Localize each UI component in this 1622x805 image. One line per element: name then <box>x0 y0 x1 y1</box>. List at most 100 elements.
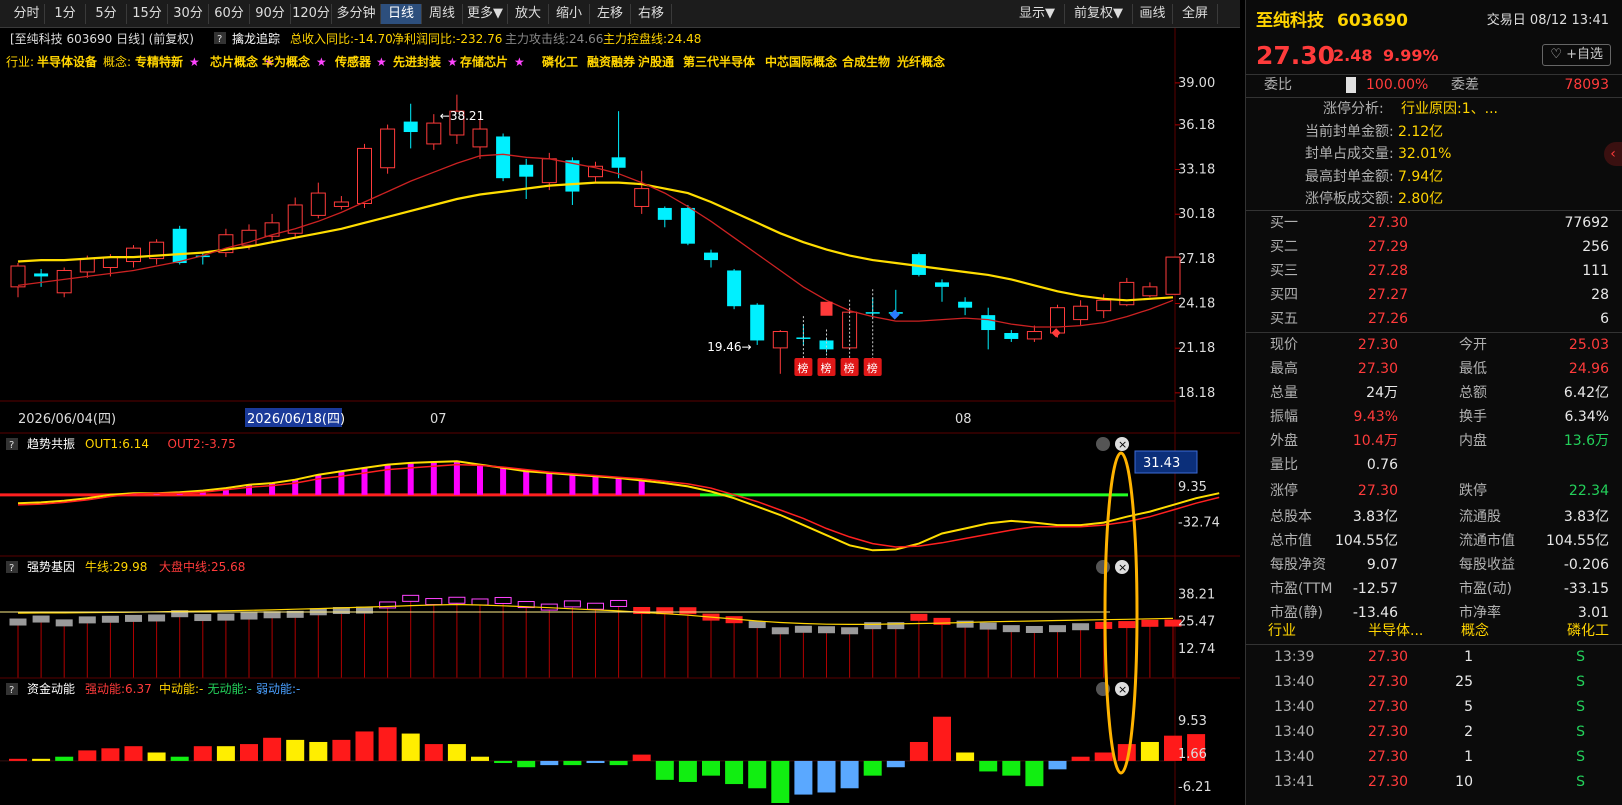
money-bar <box>32 758 51 761</box>
concept-tag-10[interactable]: 中芯国际概念 <box>765 54 837 69</box>
money-bar <box>355 731 374 761</box>
money-bar <box>332 739 351 761</box>
collapse-arrow-icon[interactable]: ‹ <box>1604 142 1622 166</box>
money-bar <box>424 744 443 761</box>
money-bar <box>1071 756 1090 761</box>
quote-label: 流通市值 <box>1459 533 1515 549</box>
toolbar-button-8[interactable]: 多分钟 <box>332 4 381 24</box>
star-icon: ★ <box>376 55 387 69</box>
money-bar <box>586 760 605 764</box>
kline-chart-svg[interactable]: [至纯科技 603690 日线] (前复权)? 擒龙追踪 总收入同比:-14.70 净… <box>0 28 1240 805</box>
toolbar-button-7[interactable]: 120分 <box>291 4 332 24</box>
money-bar <box>748 760 767 789</box>
pane-settings-icon[interactable] <box>1096 437 1110 451</box>
tick-flag: S <box>1576 724 1585 740</box>
bid-price: 27.28 <box>1368 263 1409 279</box>
gene-pane-title: 强势基因 <box>27 560 75 574</box>
quote-label: 总股本 <box>1270 509 1312 525</box>
tick-row: 13:40 27.30 1 S <box>1246 746 1622 768</box>
toolbar-button-0[interactable]: 分时 <box>9 4 45 24</box>
toolbar-button-14[interactable]: 左移 <box>590 4 631 24</box>
limit-value: 2.80亿 <box>1398 191 1444 207</box>
sector-concept-value[interactable]: 磷化工 <box>1567 620 1609 642</box>
concept-tag-5[interactable]: 存储芯片 <box>459 54 508 69</box>
concept-tag-0[interactable]: 专精特新 <box>135 54 183 69</box>
bid-row: 买二 27.29 256 <box>1246 236 1622 258</box>
tick-flag: S <box>1576 749 1585 765</box>
date-label-1: 2026/06/04(四) <box>18 412 116 427</box>
gene-block <box>610 599 628 607</box>
sector-row: 行业 半导体... 概念 磷化工 <box>1246 620 1622 642</box>
toolbar-button-9[interactable]: 日线 <box>381 4 422 24</box>
tick-time: 13:39 <box>1274 649 1315 665</box>
gene-y-label: 25.47 <box>1178 615 1215 630</box>
quote-label: 振幅 <box>1270 409 1298 425</box>
concept-tag-1[interactable]: 芯片概念 <box>210 54 258 69</box>
concept-tag-7[interactable]: 融资融券 <box>587 54 636 69</box>
quote-value: -0.206 <box>1563 557 1609 573</box>
concept-tag-8[interactable]: 沪股通 <box>638 54 674 69</box>
toolbar-button-5[interactable]: 60分 <box>209 4 250 24</box>
toolbar-button-15[interactable]: 右移 <box>631 4 672 24</box>
gene-block <box>587 602 604 610</box>
concept-tag-2[interactable]: 华为概念 <box>262 54 310 69</box>
toolbar-button-11[interactable]: 更多▼ <box>463 4 508 24</box>
toolbar-button-6[interactable]: 90分 <box>250 4 291 24</box>
toolbar-button-1[interactable]: 1分 <box>45 4 86 24</box>
money-bar <box>1048 760 1067 770</box>
candle-body-up <box>79 258 95 273</box>
toolbar-button-10[interactable]: 周线 <box>422 4 463 24</box>
industry-value[interactable]: 半导体设备 <box>37 54 98 69</box>
concept-tag-4[interactable]: 先进封装 <box>393 54 441 69</box>
candle-body-up <box>10 265 26 288</box>
money-bar <box>9 758 27 761</box>
concept-tag-6[interactable]: 磷化工 <box>542 54 578 69</box>
gene-block <box>1118 621 1136 629</box>
money-bar <box>1140 741 1159 761</box>
toolbar-right-button-1[interactable]: 前复权▼ <box>1065 4 1133 24</box>
ma-slow-line <box>17 181 1174 302</box>
gene-block <box>794 625 812 633</box>
stock-code: 603690 <box>1337 11 1408 31</box>
pane-settings-icon[interactable] <box>1096 560 1110 574</box>
toolbar-button-13[interactable]: 缩小 <box>549 4 590 24</box>
toolbar-button-12[interactable]: 放大 <box>508 4 549 24</box>
quote-row: 市盈(TTM -12.57 市盈(动) -33.15 <box>1246 578 1622 600</box>
rev-growth: 总收入同比:-14.70 <box>290 32 393 46</box>
gene-y-label: 38.21 <box>1178 587 1215 602</box>
y-tick-label: 18.18 <box>1178 386 1215 401</box>
concept-tag-11[interactable]: 合成生物 <box>842 54 890 69</box>
toolbar-right-button-2[interactable]: 画线 <box>1133 4 1173 24</box>
concept-tag-12[interactable]: 光纤概念 <box>896 54 945 69</box>
candle-body-down <box>935 282 949 287</box>
sector-industry-value[interactable]: 半导体... <box>1368 620 1423 642</box>
quote-row: 现价 27.30 今开 25.03 <box>1246 334 1622 356</box>
stock-name: 至纯科技 <box>1256 11 1324 31</box>
tick-price: 27.30 <box>1368 749 1409 765</box>
trend-pane-title: 趋势共振 <box>27 437 75 451</box>
add-favorite-button[interactable]: ♡ +自选 <box>1542 44 1611 66</box>
money-pane-title: 资金动能 <box>27 681 75 696</box>
toolbar-button-4[interactable]: 30分 <box>168 4 209 24</box>
bid-row: 买四 27.27 28 <box>1246 284 1622 306</box>
gene-block <box>55 619 73 627</box>
concept-tag-3[interactable]: 传感器 <box>334 54 372 69</box>
quote-value: 24.96 <box>1568 361 1609 377</box>
y-tick-label: 33.18 <box>1178 163 1215 178</box>
gene-block <box>1141 619 1159 627</box>
candle-body-up <box>634 188 650 207</box>
current-value-text: 31.43 <box>1143 456 1180 471</box>
limit-value: 行业原因:1、... <box>1401 101 1498 117</box>
toolbar-right-button-0[interactable]: 显示▼ <box>1010 4 1065 24</box>
gene-pane-legend-0: 牛线:29.98 <box>85 559 147 574</box>
concept-tag-9[interactable]: 第三代半导体 <box>683 54 756 69</box>
toolbar-button-2[interactable]: 5分 <box>86 4 127 24</box>
money-y-label: -6.21 <box>1178 780 1212 795</box>
weibi-value: 100.00% <box>1366 77 1429 93</box>
toolbar-right-button-3[interactable]: 全屏 <box>1173 4 1218 24</box>
candle-body-down <box>727 270 742 307</box>
toolbar-button-3[interactable]: 15分 <box>127 4 168 24</box>
tick-time: 13:41 <box>1274 774 1315 790</box>
kline-chart-area[interactable]: [至纯科技 603690 日线] (前复权)? 擒龙追踪 总收入同比:-14.70 净… <box>0 28 1240 805</box>
quote-value: 0.76 <box>1366 457 1398 473</box>
